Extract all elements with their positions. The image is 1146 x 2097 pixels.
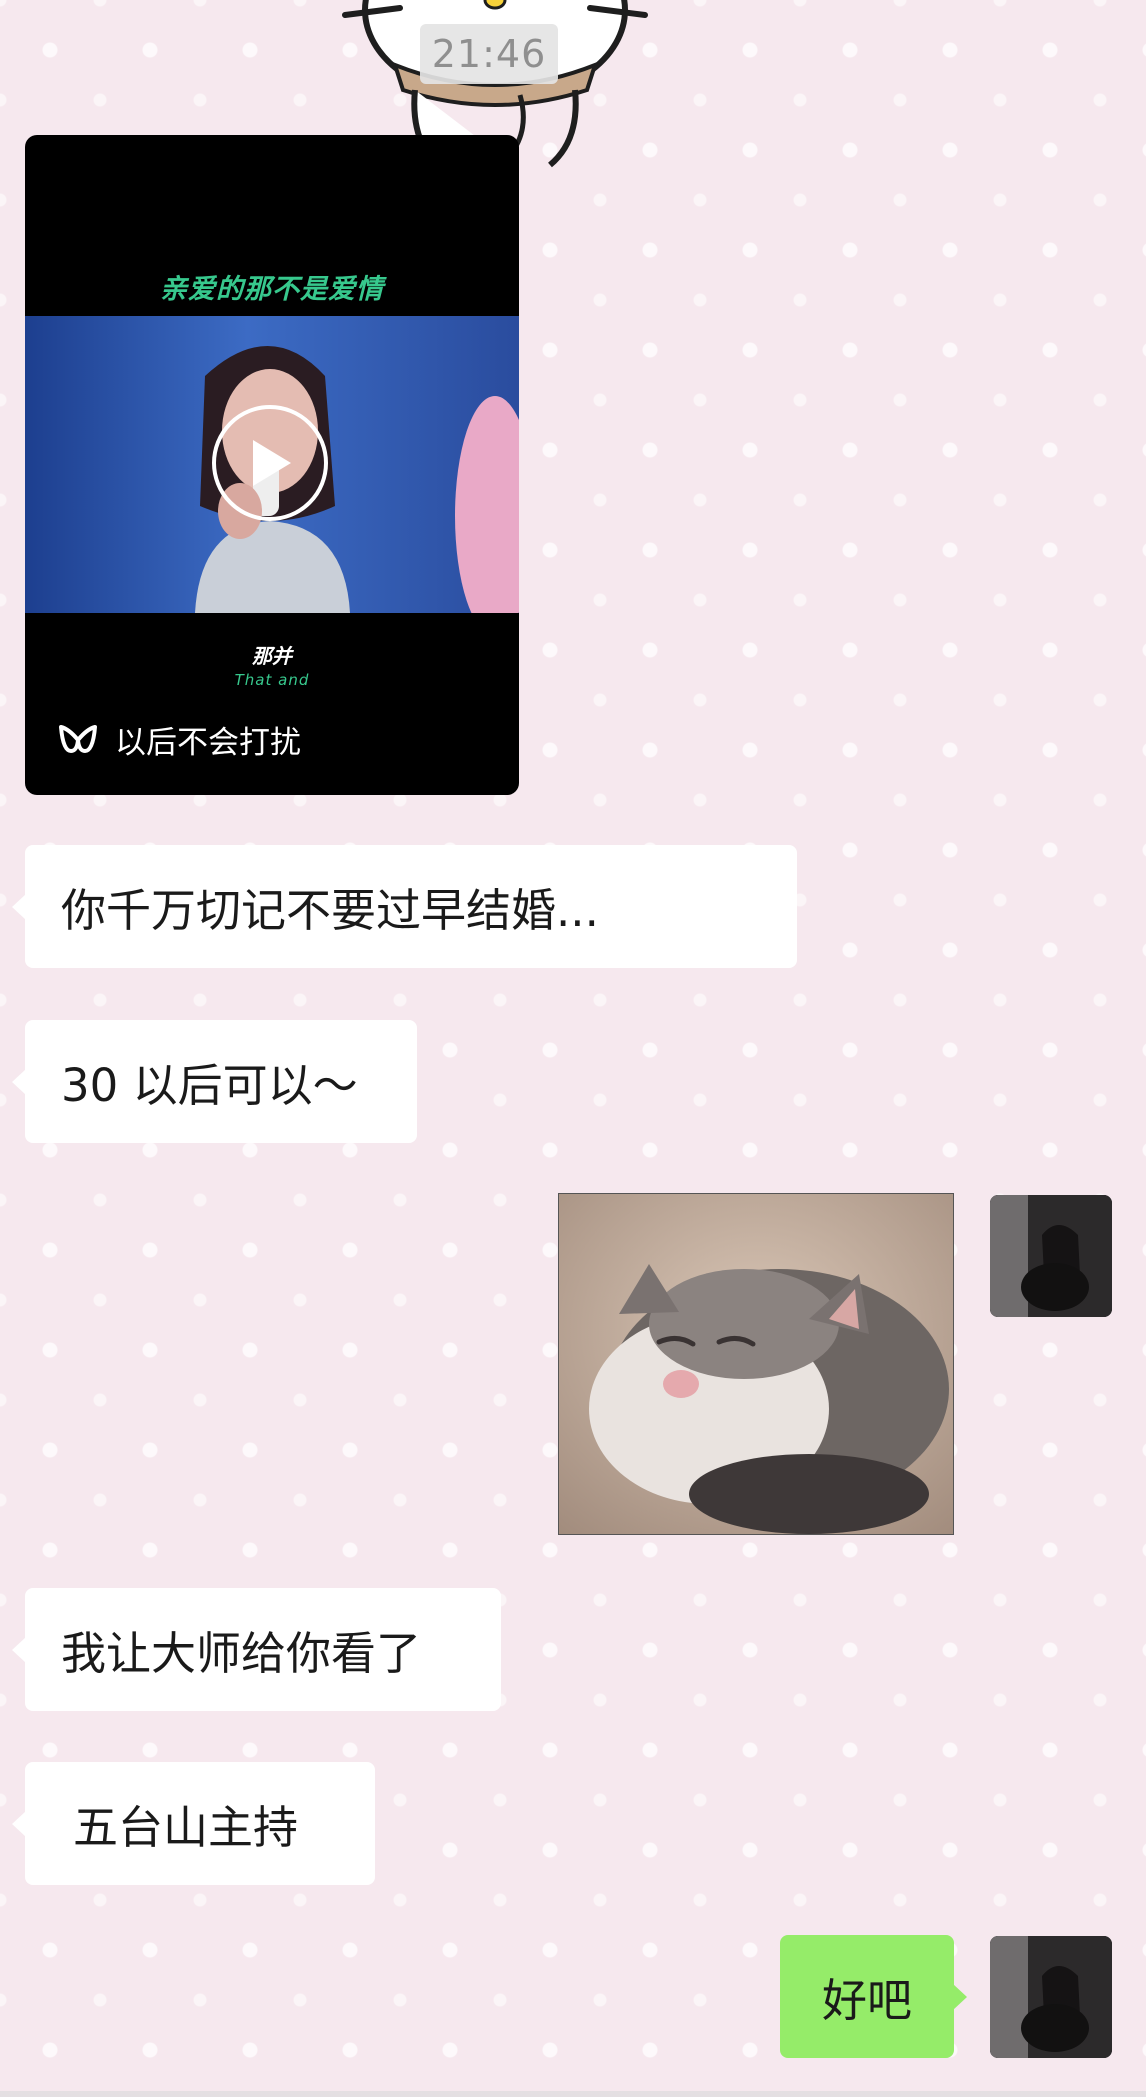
- avatar-picture: [990, 1936, 1112, 2058]
- video-source-row: 以后不会打扰: [57, 717, 301, 762]
- user-avatar[interactable]: [990, 1195, 1112, 1317]
- message-timestamp: 21:46: [420, 24, 558, 84]
- incoming-message-bubble[interactable]: 30 以后可以～: [12, 1020, 417, 1143]
- user-avatar[interactable]: [990, 1936, 1112, 2058]
- video-subtitle-chinese: 那并: [252, 644, 292, 668]
- avatar-picture: [990, 1195, 1112, 1317]
- wechat-channels-icon: [59, 724, 97, 753]
- video-subtitle-english: That and: [234, 671, 310, 689]
- bottom-divider: [0, 2091, 1146, 2097]
- incoming-message-bubble[interactable]: 我让大师给你看了: [12, 1588, 501, 1711]
- message-text: 好吧: [821, 1974, 912, 2027]
- incoming-message-bubble[interactable]: 五台山主持: [12, 1762, 375, 1885]
- outgoing-message-bubble[interactable]: 好吧: [780, 1935, 967, 2058]
- video-lyric-caption: 亲爱的那不是爱情: [160, 274, 384, 305]
- message-text: 30 以后可以～: [61, 1059, 358, 1112]
- incoming-message-bubble[interactable]: 你千万切记不要过早结婚...: [12, 845, 797, 968]
- sleeping-kitten-image[interactable]: [558, 1193, 954, 1535]
- play-button[interactable]: [212, 405, 328, 521]
- play-icon: [253, 440, 291, 486]
- sleeping-kitten-picture: [559, 1194, 953, 1534]
- video-source-label: 以后不会打扰: [115, 725, 301, 761]
- message-text: 你千万切记不要过早结婚...: [61, 884, 599, 937]
- shared-video-card[interactable]: 亲爱的那不是爱情 那并 That and 以后不会打扰: [25, 135, 519, 795]
- message-text: 我让大师给你看了: [61, 1627, 422, 1680]
- message-text: 五台山主持: [73, 1801, 299, 1854]
